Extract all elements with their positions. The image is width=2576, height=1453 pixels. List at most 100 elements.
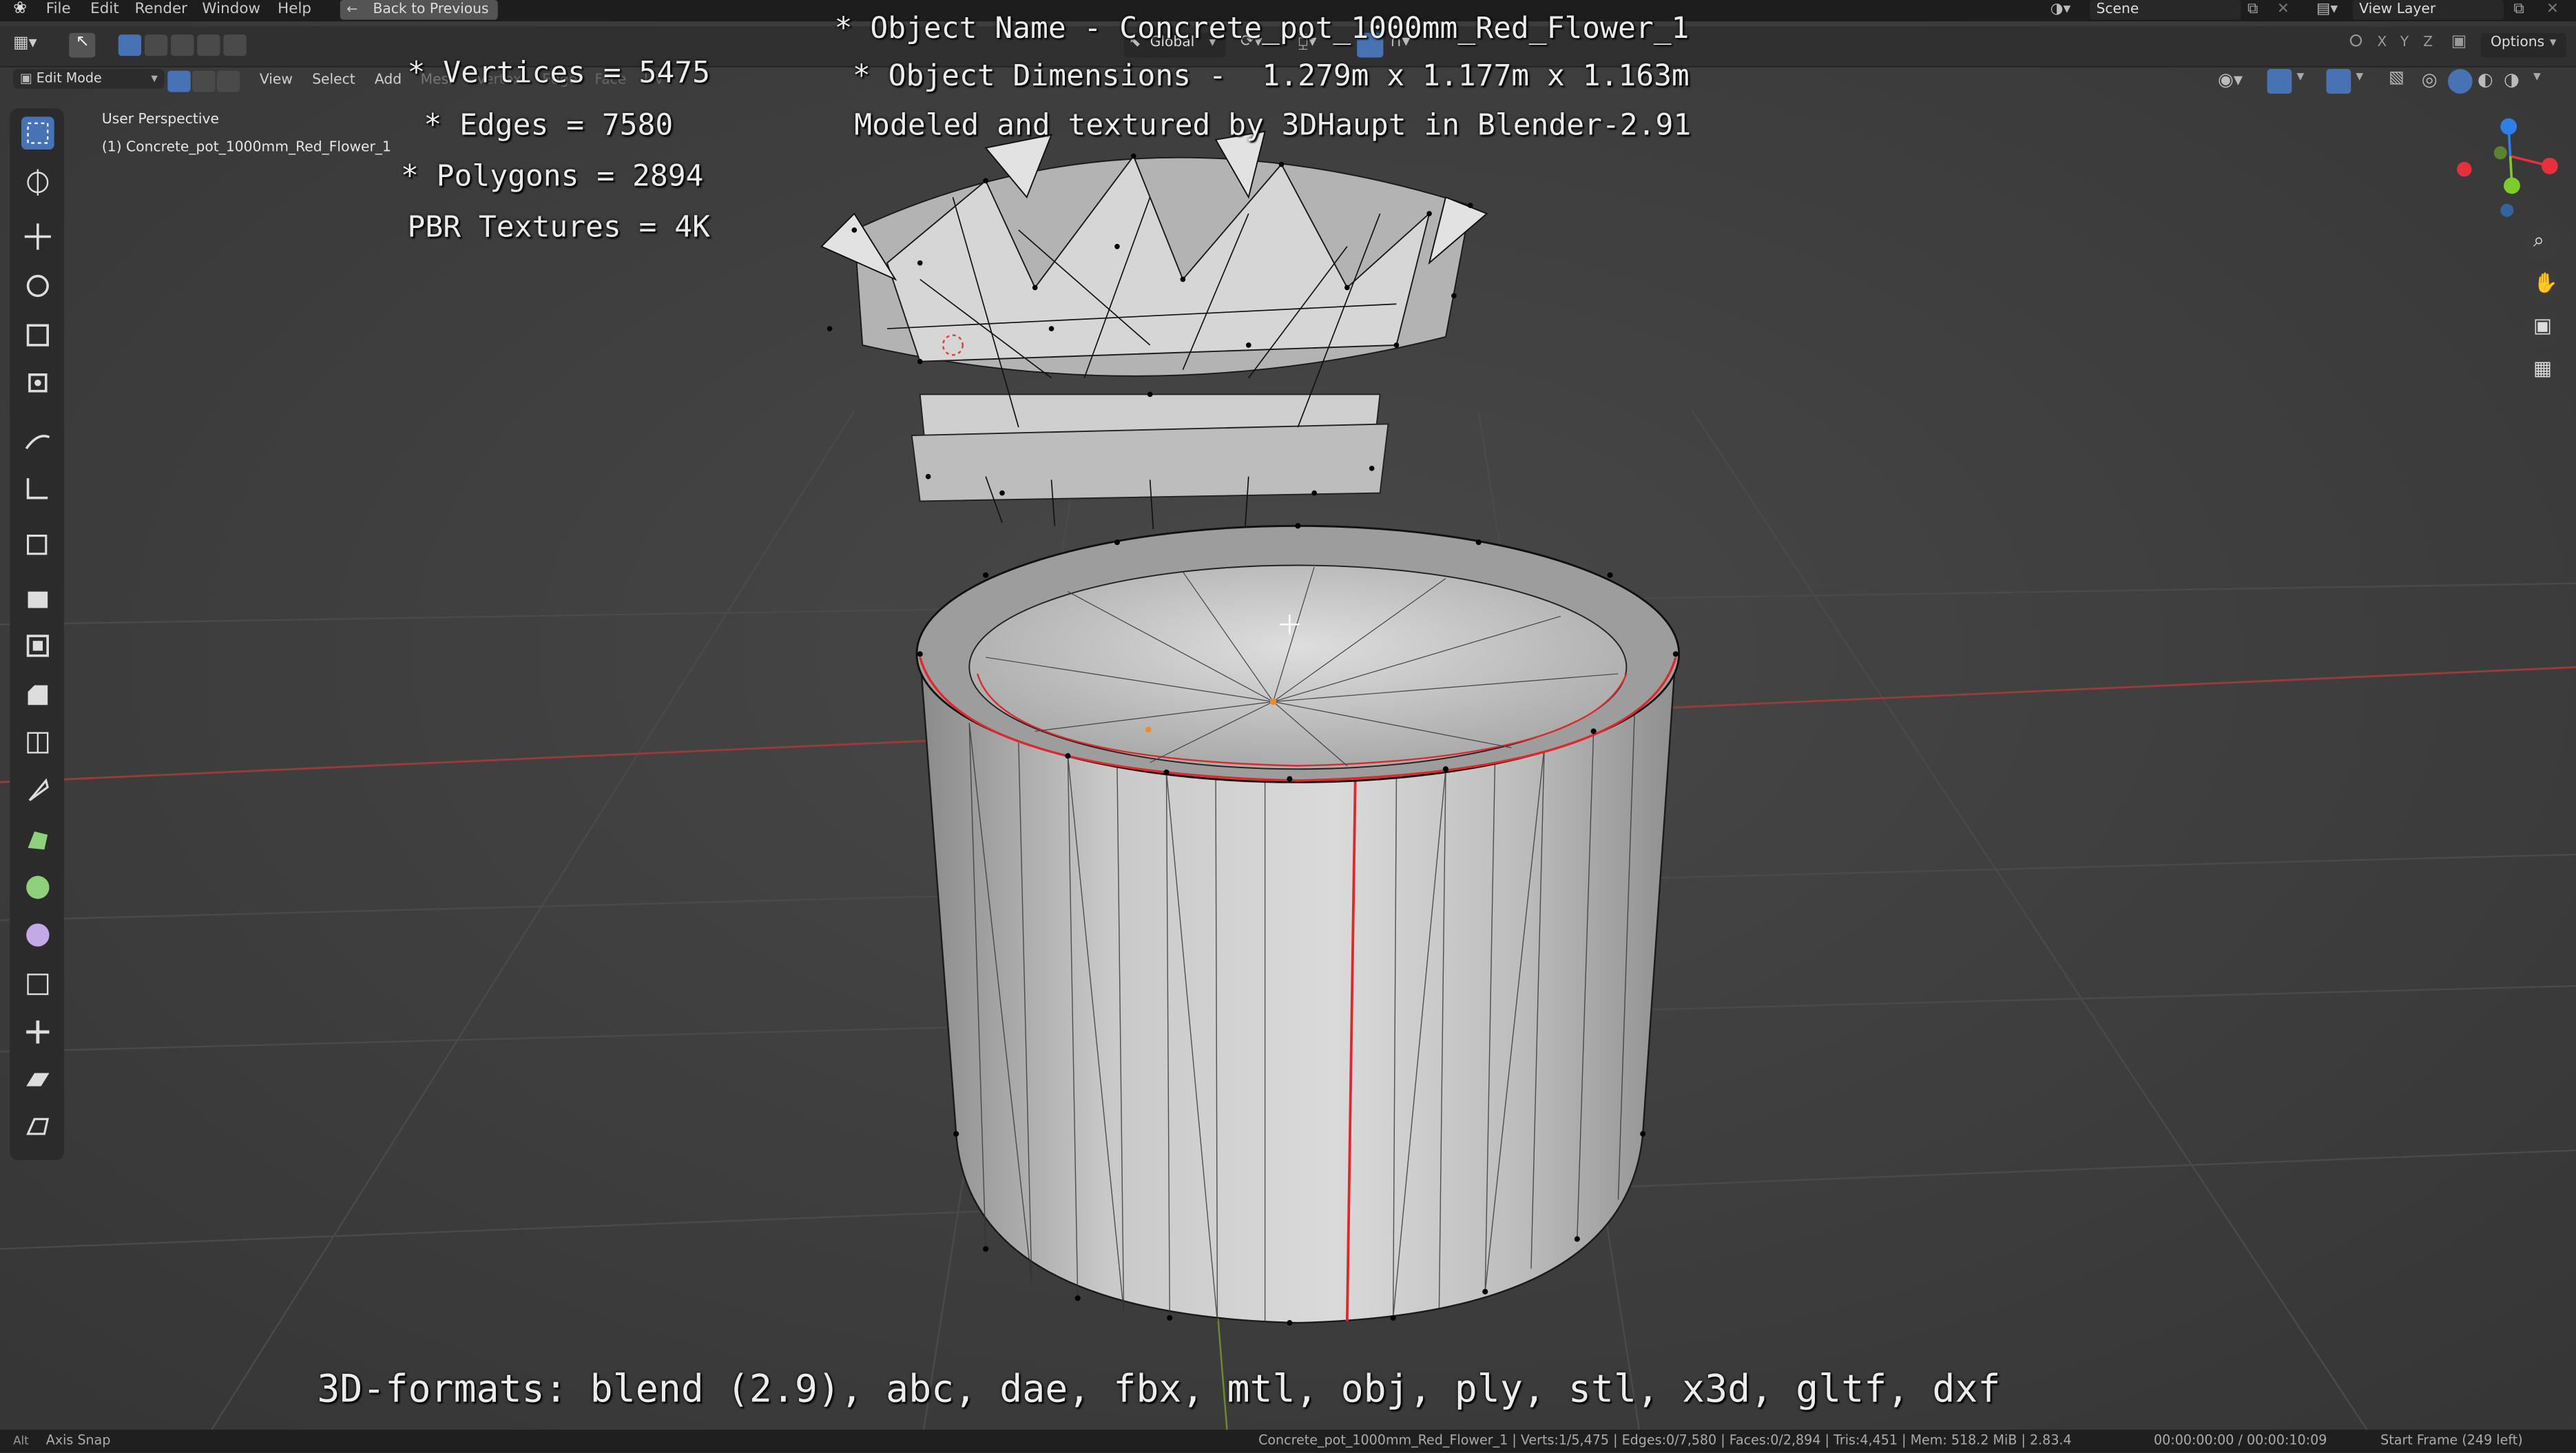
scene-name: Scene: [2096, 1, 2139, 19]
left-toolbar: [10, 108, 65, 1160]
shear-icon[interactable]: [21, 1063, 54, 1096]
vertex-select-mode-button[interactable]: [167, 70, 191, 92]
select-mode-intersect-button[interactable]: [223, 34, 247, 56]
menu-render[interactable]: Render: [135, 0, 187, 20]
measure-icon[interactable]: [21, 472, 54, 505]
playback-time: 00:00:00:00 / 00:00:10:09: [2153, 1432, 2327, 1448]
visibility-icon[interactable]: ◉▾: [2218, 69, 2243, 90]
viewport-object-label: (1) Concrete_pot_1000mm_Red_Flower_1: [101, 139, 391, 156]
scene-field[interactable]: Scene: [2089, 0, 2241, 20]
alt-key-icon: Alt: [13, 1434, 29, 1448]
mirror-axis-icon: ⭘: [2349, 32, 2362, 51]
menu-add[interactable]: Add: [375, 71, 402, 91]
inset-icon[interactable]: [21, 630, 54, 663]
new-view-layer-icon[interactable]: ⧉: [2513, 0, 2524, 20]
menu-window[interactable]: Window: [202, 0, 260, 20]
mode-dropdown[interactable]: ▣ Edit Mode ▾: [13, 69, 165, 89]
new-scene-icon[interactable]: ⧉: [2247, 0, 2258, 20]
edge-select-mode-button[interactable]: [192, 70, 216, 92]
mode-label: Edit Mode: [36, 70, 102, 86]
solid-shading-button[interactable]: [2447, 69, 2473, 94]
mirror-y-toggle[interactable]: Y: [2400, 34, 2409, 51]
spin-icon[interactable]: [21, 871, 54, 904]
cursor-arrow-icon: ↖: [75, 32, 90, 51]
mode-chevron-icon: ▾: [151, 70, 158, 86]
select-box-icon[interactable]: [21, 116, 54, 150]
blender-window: ❀ File Edit Render Window Help ← Back to…: [0, 0, 2576, 1453]
wireframe-shading-icon[interactable]: ◎: [2422, 69, 2438, 90]
view-layer-icon[interactable]: ▤▾: [2316, 0, 2338, 20]
auto-merge-icon[interactable]: ▣: [2451, 33, 2467, 51]
editor-type-icon[interactable]: ▦▾: [13, 34, 37, 52]
gizmo-dropdown-icon[interactable]: ▾: [2297, 69, 2305, 85]
rotate-icon[interactable]: [21, 269, 54, 302]
axis-snap-hint: Axis Snap: [45, 1432, 111, 1448]
overlay-vertices: * Vertices = 5475: [407, 56, 710, 91]
camera-icon[interactable]: ▣: [2525, 310, 2562, 347]
select-mode-subtract-button[interactable]: [171, 34, 194, 56]
rip-icon[interactable]: [21, 1111, 54, 1144]
overlay-credit: Modeled and textured by 3DHaupt in Blend…: [854, 108, 1692, 143]
knife-icon[interactable]: [21, 774, 54, 807]
menu-select[interactable]: Select: [312, 71, 355, 91]
view-layer-name: View Layer: [2359, 1, 2436, 19]
zoom-icon[interactable]: ⌕: [2525, 225, 2562, 262]
xray-icon[interactable]: ▧: [2389, 69, 2404, 87]
shading-dropdown-icon[interactable]: ▾: [2533, 69, 2541, 85]
select-mode-extend-button[interactable]: [144, 34, 168, 56]
menu-help[interactable]: Help: [278, 0, 311, 20]
overlays-toggle-button[interactable]: [2326, 69, 2351, 94]
edit-mode-icon: ▣: [19, 70, 32, 86]
pot-mesh: [915, 523, 1681, 1326]
menu-edit[interactable]: Edit: [90, 0, 119, 20]
grid-icon[interactable]: ▦: [2525, 353, 2562, 390]
overlay-formats: 3D-formats: blend (2.9), abc, dae, fbx, …: [317, 1368, 2001, 1412]
overlays-dropdown-icon[interactable]: ▾: [2356, 69, 2363, 85]
delete-scene-icon[interactable]: ✕: [2277, 0, 2289, 20]
cursor-icon[interactable]: [21, 166, 54, 199]
menu-view[interactable]: View: [260, 71, 293, 91]
delete-view-layer-icon[interactable]: ✕: [2546, 0, 2559, 20]
bevel-icon[interactable]: [21, 679, 54, 712]
mirror-x-toggle[interactable]: X: [2377, 34, 2387, 51]
face-select-mode-button[interactable]: [216, 70, 240, 92]
smooth-icon[interactable]: [21, 918, 54, 951]
overlay-edges: * Edges = 7580: [424, 108, 674, 143]
menu-file[interactable]: File: [46, 0, 71, 20]
blender-logo-icon[interactable]: ❀: [13, 0, 27, 20]
select-mode-new-button[interactable]: [118, 34, 142, 56]
edge-slide-icon[interactable]: [21, 968, 54, 1001]
viewport-3d[interactable]: [0, 0, 2576, 1453]
overlay-polygons: * Polygons = 2894: [400, 159, 704, 194]
extrude-icon[interactable]: [21, 581, 54, 615]
scene-selector-icon[interactable]: ◑▾: [2050, 0, 2071, 20]
shrink-icon[interactable]: [21, 1016, 54, 1049]
scale-icon[interactable]: [21, 319, 54, 352]
view-layer-field[interactable]: View Layer: [2352, 0, 2504, 20]
move-icon[interactable]: [21, 220, 54, 254]
select-mode-difference-button[interactable]: [197, 34, 220, 56]
overlay-object-name: * Object Name - Concrete_pot_1000mm_Red_…: [834, 11, 1690, 46]
options-label: Options: [2490, 34, 2545, 51]
options-dropdown[interactable]: Options ▾: [2480, 32, 2566, 58]
rendered-shading-icon[interactable]: ◑: [2504, 69, 2520, 90]
pan-hand-icon[interactable]: ✋: [2525, 267, 2562, 305]
poly-build-icon[interactable]: [21, 823, 54, 856]
viewport-perspective-label: User Perspective: [101, 112, 219, 129]
material-shading-icon[interactable]: ◐: [2478, 69, 2493, 90]
gizmo-toggle-button[interactable]: [2267, 69, 2292, 94]
scene-statistics: Concrete_pot_1000mm_Red_Flower_1 | Verts…: [1258, 1432, 2072, 1448]
options-chevron-icon: ▾: [2549, 34, 2557, 50]
add-cube-icon[interactable]: [21, 528, 54, 561]
back-to-previous-button[interactable]: ← Back to Previous: [340, 0, 498, 20]
overlay-textures: PBR Textures = 4K: [407, 210, 710, 245]
loop-cut-icon[interactable]: [21, 726, 54, 759]
status-bar: Alt Axis Snap Concrete_pot_1000mm_Red_Fl…: [0, 1430, 2576, 1453]
overlay-dimensions: * Object Dimensions - 1.279m x 1.177m x …: [852, 59, 1690, 94]
transform-icon[interactable]: [21, 367, 54, 400]
start-frame-info: Start Frame (249 left): [2380, 1432, 2523, 1448]
annotate-icon[interactable]: [21, 424, 54, 457]
mirror-z-toggle[interactable]: Z: [2423, 34, 2433, 51]
back-icon: ←: [346, 1, 358, 17]
back-to-previous-label: Back to Previous: [373, 1, 489, 19]
